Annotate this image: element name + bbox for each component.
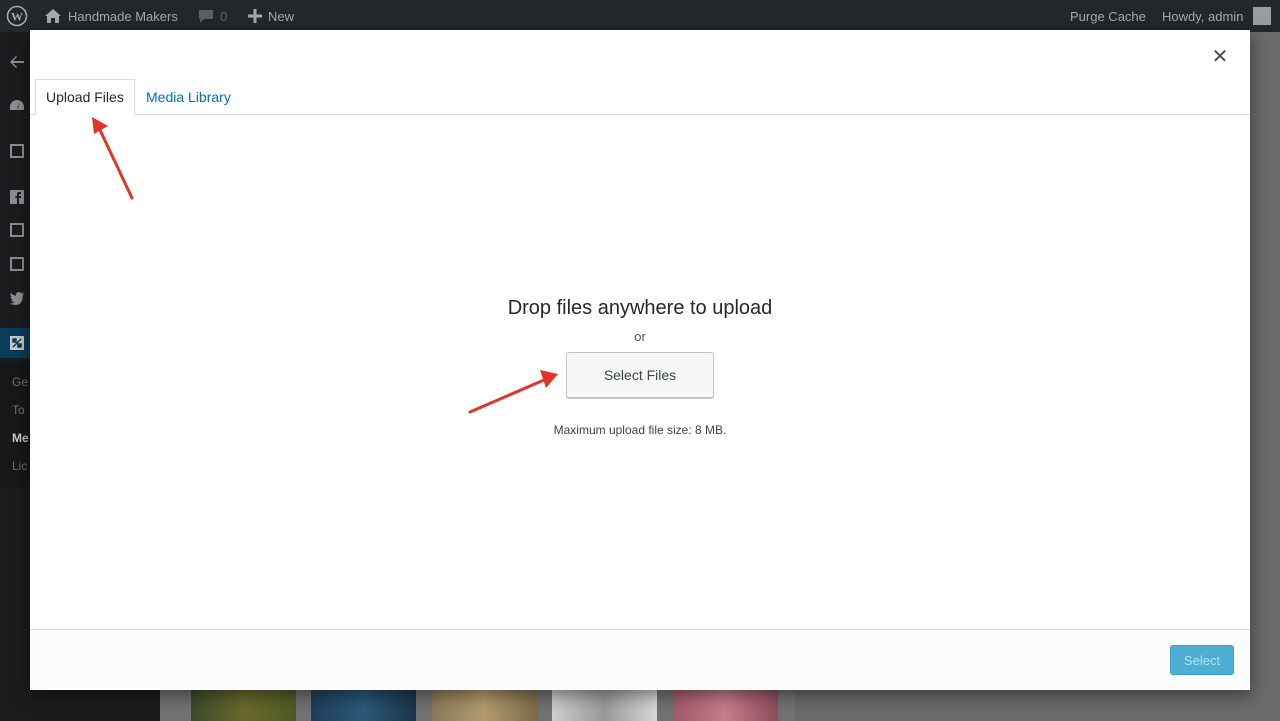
purge-cache-label: Purge Cache — [1070, 8, 1146, 24]
tab-upload-files-label: Upload Files — [46, 89, 124, 105]
user-account-menu[interactable]: Howdy, admin — [1162, 0, 1272, 32]
wordpress-logo-svg: W — [6, 5, 28, 27]
tab-media-library[interactable]: Media Library — [136, 79, 241, 115]
sidebar-submenu-item: Lic — [12, 459, 28, 473]
site-name-link[interactable]: Handmade Makers — [44, 0, 178, 32]
comments-link[interactable]: 0 — [198, 0, 227, 32]
new-label: New — [268, 8, 295, 24]
admin-bar: W Handmade Makers 0 New Purge Cache Howd… — [0, 0, 1280, 32]
wordpress-logo-icon[interactable]: W — [6, 0, 28, 32]
facebook-icon — [9, 189, 25, 205]
avatar — [1253, 7, 1272, 25]
new-content-link[interactable]: New — [248, 0, 294, 32]
square-icon — [9, 256, 25, 272]
drop-files-title: Drop files anywhere to upload — [507, 297, 773, 319]
howdy-label: Howdy, admin — [1162, 8, 1244, 24]
plus-icon — [248, 9, 262, 23]
select-button[interactable]: Select — [1170, 645, 1234, 675]
background-thumbnail — [673, 690, 778, 721]
background-page-area — [795, 690, 1280, 721]
square-icon — [9, 222, 25, 238]
background-thumbnail — [311, 690, 416, 721]
home-icon — [45, 9, 61, 23]
sidebar-submenu-item-current: Me — [12, 431, 29, 445]
background-thumbnail — [552, 690, 657, 721]
square-icon — [9, 143, 25, 159]
settings-page-icon — [9, 335, 25, 351]
close-icon[interactable]: ✕ — [1210, 46, 1230, 68]
select-files-button[interactable]: Select Files — [566, 352, 714, 398]
max-upload-size-text: Maximum upload file size: 8 MB. — [553, 423, 727, 437]
tab-upload-files[interactable]: Upload Files — [35, 79, 135, 115]
background-page-edge — [1250, 32, 1280, 721]
back-arrow-icon — [9, 54, 25, 70]
purge-cache-link[interactable]: Purge Cache — [1070, 0, 1146, 32]
sidebar-submenu-item: To — [12, 403, 25, 417]
modal-footer: Select — [30, 629, 1250, 690]
admin-sidebar: Ge To Me Lic — [0, 32, 30, 721]
svg-text:W: W — [11, 10, 23, 24]
upload-drop-zone[interactable]: Drop files anywhere to upload or Select … — [30, 115, 1250, 630]
sidebar-submenu-item: Ge — [12, 375, 29, 389]
tab-media-library-label: Media Library — [146, 89, 231, 105]
background-thumbnail — [432, 690, 537, 721]
media-modal: ✕ Upload Files Media Library Drop files … — [30, 30, 1250, 690]
comments-count: 0 — [220, 8, 228, 24]
background-thumbnail — [191, 690, 296, 721]
twitter-icon — [9, 290, 25, 306]
dashboard-icon — [9, 98, 25, 114]
or-separator: or — [634, 329, 646, 344]
site-name: Handmade Makers — [68, 8, 178, 24]
comment-icon — [199, 9, 213, 23]
